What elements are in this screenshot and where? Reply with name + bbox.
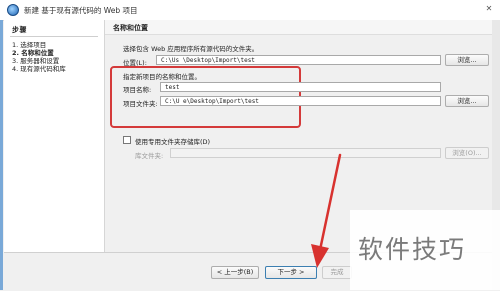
annotation-arrow-line bbox=[318, 153, 342, 252]
watermark-text: 软件技巧 bbox=[358, 235, 467, 264]
watermark: 软件技巧 bbox=[350, 210, 500, 290]
annotation-arrow-head bbox=[311, 244, 329, 268]
